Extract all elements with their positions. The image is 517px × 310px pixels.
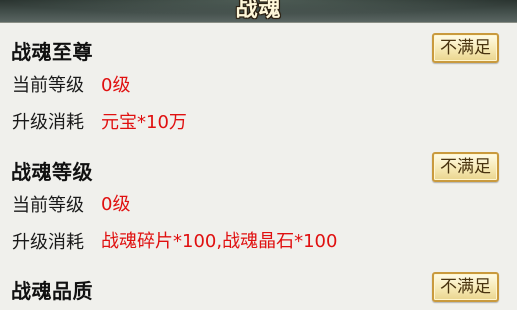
- upgrade-cost-label: 升级消耗: [12, 232, 84, 253]
- current-level-label: 当前等级: [12, 195, 84, 216]
- section-title: 战魂至尊: [11, 40, 93, 64]
- status-button[interactable]: 不满足: [432, 152, 499, 182]
- upgrade-panel: 战魂至尊 不满足 当前等级 0级 升级消耗 元宝*10万 战魂等级 不满足 当前…: [0, 23, 517, 310]
- section-title: 战魂等级: [11, 160, 93, 184]
- window-title-bar: 战魂: [0, 0, 517, 23]
- section-title: 战魂品质: [11, 279, 93, 303]
- upgrade-cost-value: 元宝*10万: [101, 112, 187, 133]
- window-title: 战魂: [235, 0, 282, 22]
- current-level-value: 0级: [101, 75, 131, 96]
- upgrade-cost-value: 战魂碎片*100,战魂晶石*100: [101, 231, 338, 252]
- current-level-label: 当前等级: [12, 75, 84, 96]
- current-level-value: 0级: [101, 194, 131, 215]
- upgrade-cost-label: 升级消耗: [12, 112, 84, 133]
- status-button[interactable]: 不满足: [432, 33, 499, 63]
- status-button[interactable]: 不满足: [432, 272, 499, 302]
